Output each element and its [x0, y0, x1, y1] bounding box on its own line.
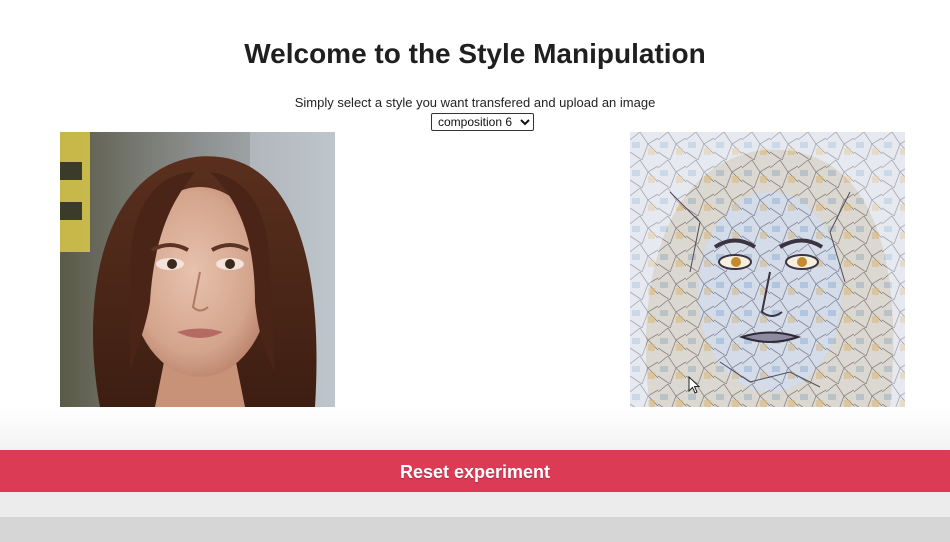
divider-band: [0, 407, 950, 450]
reset-experiment-button[interactable]: Reset experiment: [0, 450, 950, 492]
bottom-bar-secondary: [0, 517, 950, 542]
input-image: [60, 132, 335, 407]
bottom-bar: [0, 492, 950, 517]
style-transfer-page: Welcome to the Style Manipulation Simply…: [0, 0, 950, 542]
page-title: Welcome to the Style Manipulation: [244, 38, 706, 69]
stylized-portrait-graphic: [630, 132, 905, 407]
input-portrait-graphic: [60, 132, 335, 407]
mouse-cursor-icon: [688, 376, 700, 394]
instructions-text: Simply select a style you want transfere…: [294, 95, 656, 110]
output-image: [630, 132, 905, 407]
style-select[interactable]: composition 6: [431, 113, 534, 131]
